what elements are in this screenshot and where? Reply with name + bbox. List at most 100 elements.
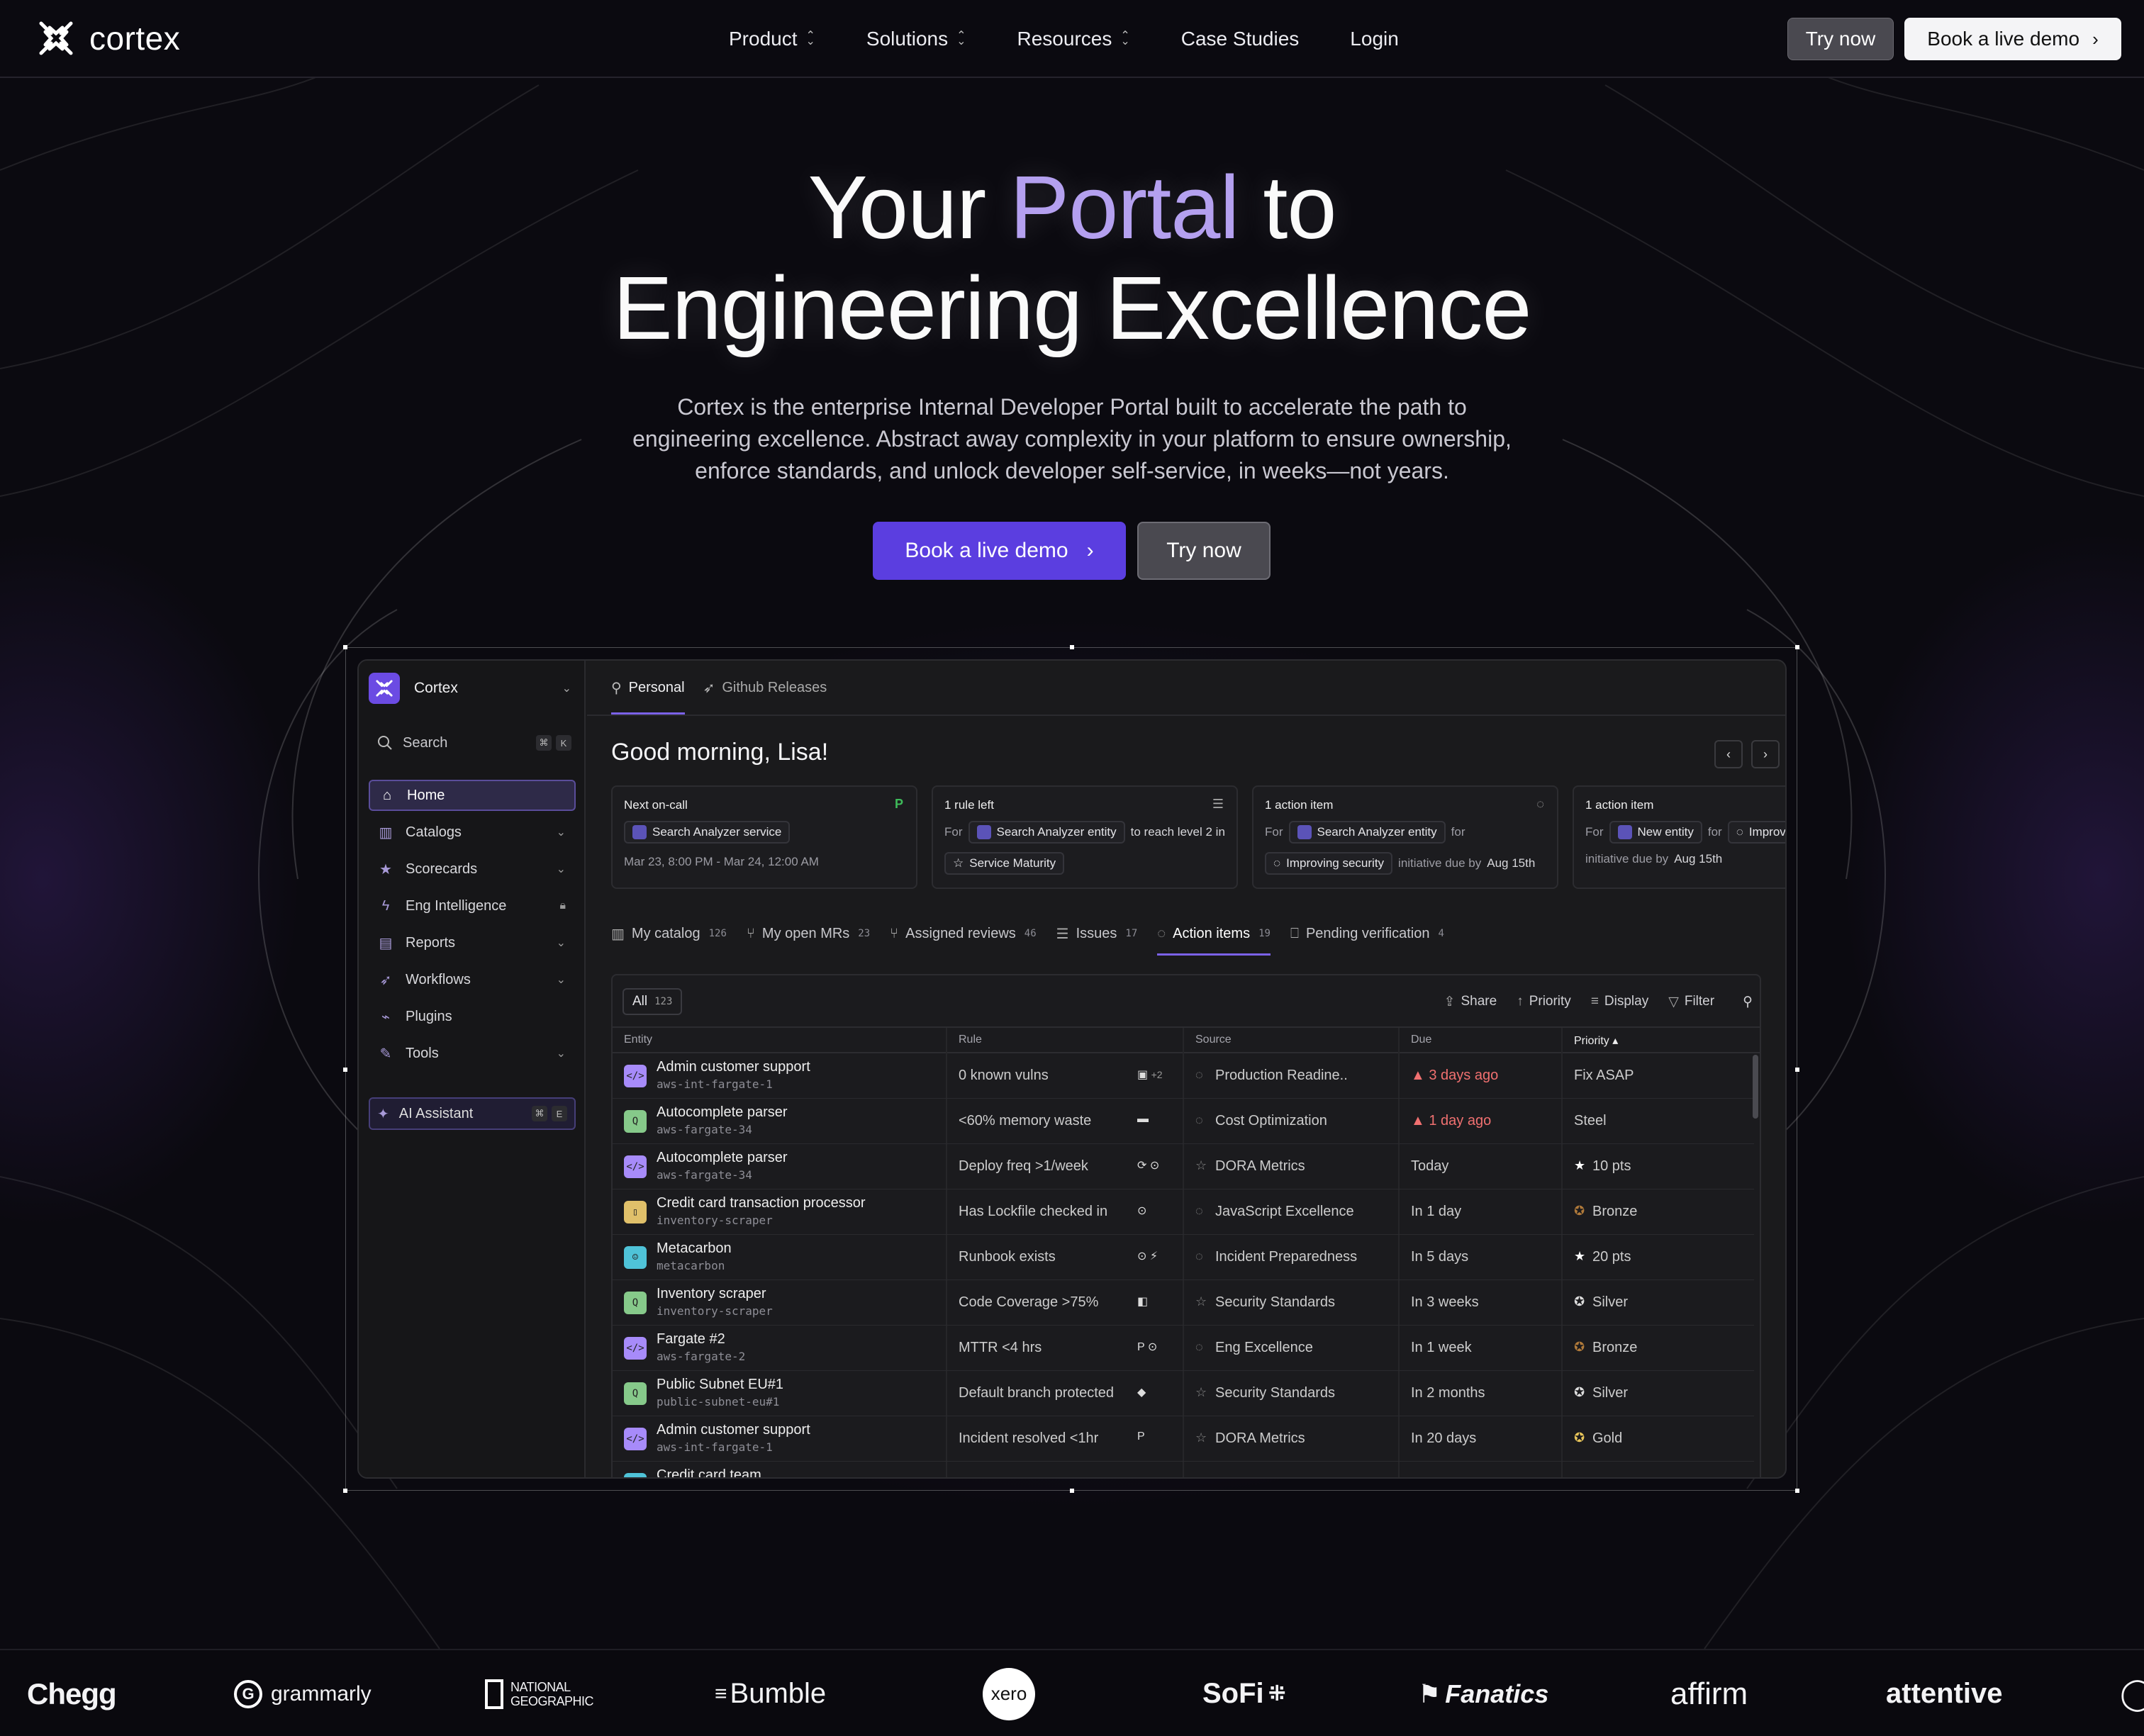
book-demo-hero-button[interactable]: Book a live demo › — [873, 522, 1126, 580]
entity-chip[interactable]: Search Analyzer entity — [968, 821, 1125, 844]
tab-my-open-mrs[interactable]: ⑂ My open MRs 23 — [747, 912, 870, 956]
app-main: ⚲ Personal ➶ Github Releases Good morning,… — [587, 661, 1785, 1477]
entity-chip[interactable]: New entity — [1609, 821, 1702, 844]
share-button[interactable]: ⇪ Share — [1444, 994, 1497, 1010]
display-button[interactable]: ≡ Display — [1591, 994, 1648, 1009]
table-row[interactable]: </> Autocomplete parser aws-fargate-34 Depl… — [613, 1144, 1754, 1189]
sidebar-item-eng-intelligence[interactable]: ϟ Eng Intelligence 🔒︎ — [369, 890, 576, 922]
sidebar-search[interactable]: Search ⌘ K — [369, 726, 576, 760]
initiative-chip[interactable]: ◌ Improv — [1727, 821, 1785, 844]
integration-icon: ▬ — [1137, 1113, 1149, 1125]
nav-resources[interactable]: Resources ⌃ ⌄ — [1017, 28, 1130, 50]
table-row[interactable]: ☺ Credit card team — [613, 1462, 1754, 1477]
table-row[interactable]: </> Fargate #2 aws-fargate-2 MTTR <4 hrs P ⊙… — [613, 1326, 1754, 1371]
search-icon[interactable]: ⚲ — [1743, 994, 1753, 1010]
try-now-nav-button[interactable]: Try now — [1787, 18, 1894, 60]
integration-icon: P ⊙ — [1137, 1341, 1158, 1353]
entity-name[interactable]: Autocomplete parser — [657, 1104, 788, 1121]
sidebar-item-home[interactable]: ⌂ Home — [369, 780, 576, 811]
card-rule-left[interactable]: 1 rule left ☰ For Search Analyzer entity t… — [932, 785, 1238, 889]
sidebar-item-scorecards[interactable]: ★ Scorecards ⌄ — [369, 853, 576, 885]
action-items-table: All 123 ⇪ Share ↑ Priority ≡ Display ▽ Filter… — [611, 974, 1761, 1477]
sidebar-item-reports[interactable]: ▤ Reports ⌄ — [369, 927, 576, 958]
book-icon: ▥ — [611, 926, 625, 942]
book-demo-nav-button[interactable]: Book a live demo › — [1904, 18, 2121, 60]
greeting: Good morning, Lisa! — [611, 739, 829, 766]
col-rule[interactable]: Rule — [959, 1034, 982, 1046]
priority-text: Silver — [1592, 1294, 1629, 1310]
source-text: Production Readine.. — [1215, 1068, 1348, 1083]
table-row[interactable]: Q Inventory scraper inventory-scraper Code … — [613, 1280, 1754, 1326]
tab-my-catalog[interactable]: ▥ My catalog 126 — [611, 912, 727, 956]
card-next-oncall[interactable]: Next on-call P Search Analyzer service M… — [611, 785, 917, 889]
table-row[interactable]: ☺ Metacarbon metacarbon Runbook exists ⊙ ⚡ ◌ I… — [613, 1235, 1754, 1280]
chevron-left-icon[interactable]: ‹ — [1714, 740, 1743, 768]
lightbulb-icon: ◌ — [1273, 856, 1281, 870]
entity-name[interactable]: Autocomplete parser — [657, 1150, 788, 1166]
list-icon: ☰ — [1212, 797, 1224, 811]
nav-case-studies[interactable]: Case Studies — [1181, 28, 1300, 50]
ai-assistant-button[interactable]: ✦ AI Assistant ⌘ E — [369, 1097, 576, 1130]
initiative-chip[interactable]: ◌ Improving security — [1265, 852, 1393, 875]
priority-button[interactable]: ↑ Priority — [1517, 994, 1571, 1009]
star-outline-icon: ☆ — [1195, 1385, 1207, 1399]
entity-name[interactable]: Inventory scraper — [657, 1286, 766, 1302]
source-text: DORA Metrics — [1215, 1158, 1305, 1174]
tab-assigned-reviews[interactable]: ⑂ Assigned reviews 46 — [890, 912, 1036, 956]
col-priority[interactable]: Priority ▴ — [1574, 1034, 1618, 1048]
rule-text: Code Coverage >75% — [959, 1294, 1099, 1310]
entity-tag: aws-int-fargate-1 — [657, 1440, 773, 1454]
tab-personal[interactable]: ⚲ Personal — [611, 661, 685, 715]
table-toolbar: All 123 ⇪ Share ↑ Priority ≡ Display ▽ Filter… — [613, 975, 1760, 1028]
entity-name[interactable]: Public Subnet EU#1 — [657, 1377, 783, 1393]
org-switcher[interactable]: Cortex ⌄ — [369, 671, 576, 706]
scorecard-chip[interactable]: ☆ Service Maturity — [944, 852, 1065, 875]
try-now-hero-button[interactable]: Try now — [1137, 522, 1271, 580]
entity-name[interactable]: Admin customer support — [657, 1059, 810, 1075]
filter-button[interactable]: ▽ Filter — [1668, 994, 1714, 1010]
card-action-item-2[interactable]: 1 action item For New entity for ◌ Improv in… — [1573, 785, 1785, 889]
table-row[interactable]: Q Autocomplete parser aws-fargate-34 <60% m… — [613, 1099, 1754, 1144]
logo-xero: xero — [983, 1650, 1035, 1736]
star-outline-icon: ☆ — [953, 856, 964, 870]
card-action-item[interactable]: 1 action item ◌ For Search Analyzer entit… — [1252, 785, 1558, 889]
table-row[interactable]: Q Public Subnet EU#1 public-subnet-eu#1 Def… — [613, 1371, 1754, 1416]
col-due[interactable]: Due — [1411, 1034, 1431, 1046]
kbd-cmd: ⌘ — [536, 735, 552, 751]
sidebar-item-catalogs[interactable]: ▥ Catalogs ⌄ — [369, 817, 576, 848]
top-navbar: cortex Product ⌃ ⌄ Solutions ⌃ ⌄ Resources ⌃ ⌄… — [0, 0, 2144, 78]
sidebar-item-workflows[interactable]: ➶ Workflows ⌄ — [369, 964, 576, 995]
sidebar-item-tools[interactable]: ✎ Tools ⌄ — [369, 1038, 576, 1069]
col-source[interactable]: Source — [1195, 1034, 1232, 1046]
tab-github-releases[interactable]: ➶ Github Releases — [703, 661, 827, 715]
table-row[interactable]: </> Admin customer support aws-int-fargate… — [613, 1416, 1754, 1462]
tab-action-items[interactable]: ◌ Action items 19 — [1157, 912, 1271, 956]
filter-all-chip[interactable]: All 123 — [622, 988, 683, 1015]
entity-name[interactable]: Admin customer support — [657, 1422, 810, 1438]
fanatics-flag-icon: ⚑ — [1418, 1679, 1441, 1708]
priority-text: 10 pts — [1592, 1158, 1631, 1174]
entity-name[interactable]: Credit card team — [657, 1467, 761, 1477]
sidebar-item-plugins[interactable]: ⌁ Plugins — [369, 1001, 576, 1032]
entity-name[interactable]: Fargate #2 — [657, 1331, 725, 1348]
entity-chip[interactable]: Search Analyzer service — [624, 821, 791, 844]
table-row[interactable]: </> Admin customer support aws-int-fargate… — [613, 1053, 1754, 1099]
tab-issues[interactable]: ☰ Issues 17 — [1056, 912, 1138, 956]
nav-login[interactable]: Login — [1350, 28, 1399, 50]
entity-name[interactable]: Metacarbon — [657, 1241, 732, 1257]
tab-pending-verification[interactable]: ⎕ Pending verification 4 — [1290, 912, 1444, 956]
chevron-down-icon: ⌄ — [556, 937, 566, 949]
entity-name[interactable]: Credit card transaction processor — [657, 1195, 866, 1211]
table-row[interactable]: ▯ Credit card transaction processor invent… — [613, 1189, 1754, 1235]
nav-product[interactable]: Product ⌃ ⌄ — [729, 28, 815, 50]
col-entity[interactable]: Entity — [624, 1034, 652, 1046]
due-text: In 1 day — [1411, 1204, 1462, 1219]
cortex-logo[interactable]: cortex — [35, 16, 180, 61]
chevron-right-icon[interactable]: › — [1751, 740, 1780, 768]
integration-icon: ⟳ ⊙ — [1137, 1160, 1160, 1172]
scrollbar[interactable] — [1753, 1055, 1758, 1119]
entity-chip[interactable]: Search Analyzer entity — [1288, 821, 1446, 844]
integration-icon: ⊙ — [1137, 1205, 1147, 1217]
entity-tag: metacarbon — [657, 1259, 725, 1272]
nav-solutions[interactable]: Solutions ⌃ ⌄ — [866, 28, 966, 50]
